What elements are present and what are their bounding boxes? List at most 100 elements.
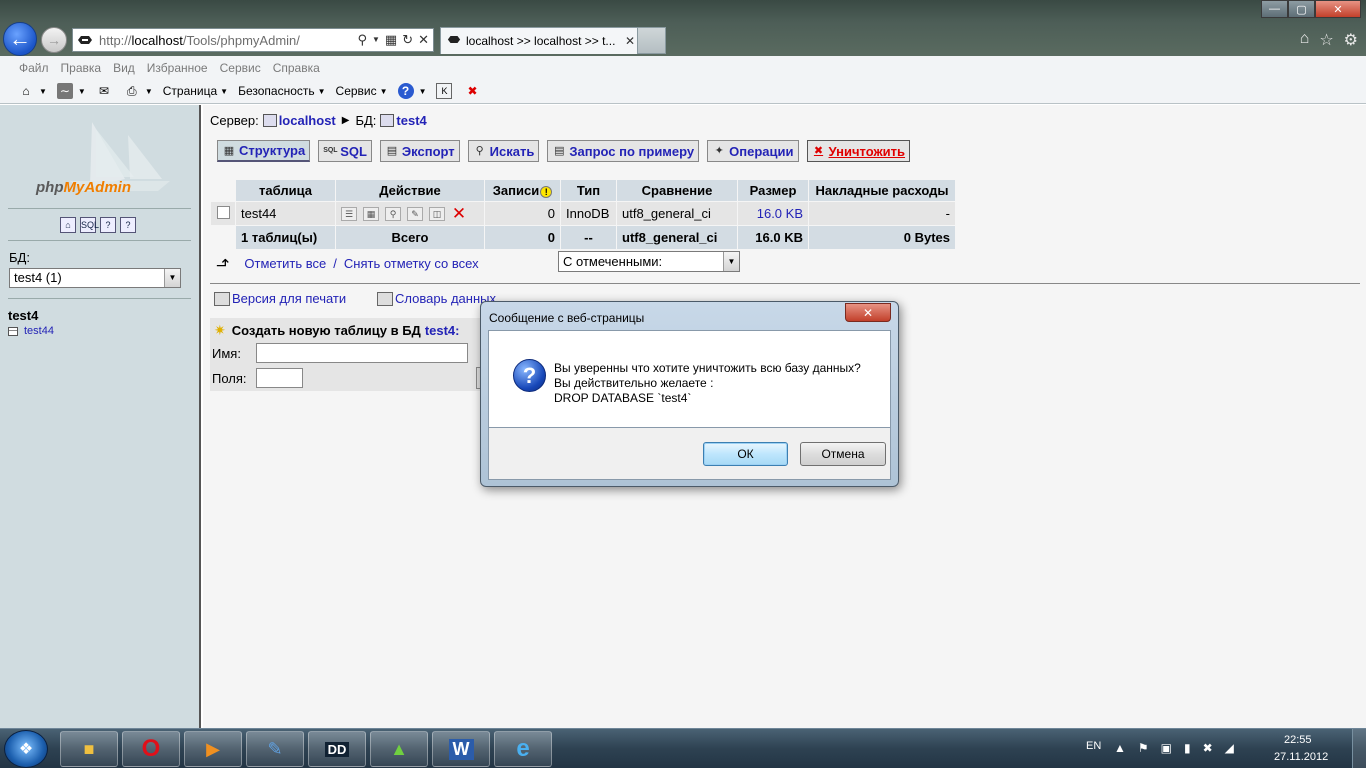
maximize-button[interactable]: ▢ bbox=[1288, 0, 1315, 18]
dialog-close-button[interactable]: ✕ bbox=[845, 303, 891, 322]
close-window-button[interactable]: ✕ bbox=[1315, 0, 1361, 18]
size-link[interactable]: 16.0 KB bbox=[738, 202, 808, 225]
phpmyadmin-logo-text[interactable]: phpMyAdmin bbox=[36, 179, 131, 196]
favorites-star-icon[interactable]: ☆ bbox=[1319, 30, 1333, 50]
tray-expand-icon[interactable]: ▲ bbox=[1114, 741, 1126, 755]
col-header-size[interactable]: Размер bbox=[738, 180, 808, 201]
query-icon: ▤ bbox=[554, 145, 565, 157]
back-button[interactable]: ← bbox=[3, 22, 37, 56]
home-icon[interactable]: ⌂ bbox=[60, 217, 76, 233]
col-header-overhead[interactable]: Накладные расходы bbox=[809, 180, 955, 201]
col-header-records[interactable]: Записи! bbox=[485, 180, 560, 201]
taskbar-paint[interactable]: ✎ bbox=[246, 731, 304, 767]
menu-tools[interactable]: Сервис bbox=[220, 61, 261, 75]
device-icon[interactable]: ▮ bbox=[1184, 741, 1191, 755]
row-checkbox[interactable] bbox=[216, 205, 230, 219]
taskbar-media-player[interactable]: ▶ bbox=[184, 731, 242, 767]
clock-time[interactable]: 22:55 bbox=[1284, 734, 1312, 746]
taskbar-app-green[interactable]: ▲ bbox=[370, 731, 428, 767]
minimize-button[interactable]: — bbox=[1261, 0, 1288, 18]
taskbar-dolby[interactable]: DD bbox=[308, 731, 366, 767]
tab-search[interactable]: ⚲ Искать bbox=[467, 140, 540, 162]
action-center-flag-icon[interactable]: ⚑ bbox=[1138, 741, 1149, 755]
search-icon[interactable]: ⚲ bbox=[385, 207, 401, 222]
tab-drop[interactable]: ✖ Уничтожить bbox=[806, 140, 911, 162]
show-desktop-button[interactable] bbox=[1352, 729, 1366, 768]
tab-operations[interactable]: ✦ Операции bbox=[707, 140, 799, 162]
print-version-link[interactable]: Версия для печати bbox=[214, 291, 346, 306]
empty-icon[interactable]: ◫ bbox=[429, 207, 445, 222]
taskbar-internet-explorer[interactable]: e bbox=[494, 731, 552, 767]
mail-command[interactable]: ✉ bbox=[96, 83, 114, 99]
col-header-table[interactable]: таблица bbox=[236, 180, 335, 201]
dropdown-chevron-icon[interactable]: ▼ bbox=[372, 32, 380, 48]
menu-view[interactable]: Вид bbox=[113, 61, 135, 75]
addon-red-button[interactable]: ✖ bbox=[464, 83, 482, 99]
with-selected-select[interactable]: С отмеченными: ▼ bbox=[558, 251, 740, 272]
menu-edit[interactable]: Правка bbox=[61, 61, 102, 75]
ok-button[interactable]: ОК bbox=[703, 442, 788, 466]
fields-count-input[interactable] bbox=[256, 368, 303, 388]
help-command[interactable]: ? ▼ bbox=[397, 83, 426, 99]
browse-icon[interactable]: ☰ bbox=[341, 207, 357, 222]
docs-help-icon[interactable]: ? bbox=[100, 217, 116, 233]
close-tab-icon[interactable]: ✕ bbox=[623, 34, 637, 48]
tab-query[interactable]: ▤ Запрос по примеру bbox=[547, 140, 700, 162]
data-dictionary-link[interactable]: Словарь данных bbox=[377, 291, 496, 306]
volume-icon[interactable]: ◢ bbox=[1225, 741, 1234, 755]
menu-file[interactable]: Файл bbox=[19, 61, 49, 75]
row-actions: ☰ ▦ ⚲ ✎ ◫ ✕ bbox=[336, 202, 484, 225]
compat-view-icon[interactable]: ▦ bbox=[385, 32, 397, 48]
addon-k-button[interactable]: K bbox=[436, 83, 454, 99]
col-header-collation[interactable]: Сравнение bbox=[617, 180, 737, 201]
structure-icon[interactable]: ▦ bbox=[363, 207, 379, 222]
breadcrumb: Сервер: localhost ▶ БД: test4 bbox=[210, 113, 427, 128]
print-command[interactable]: ⎙ ▼ bbox=[124, 83, 153, 99]
sync-icon[interactable]: ✖ bbox=[1203, 741, 1213, 755]
taskbar-explorer[interactable]: ■ bbox=[60, 731, 118, 767]
browser-tab-active[interactable]: localhost >> localhost >> t... ✕ bbox=[440, 27, 638, 54]
check-all-link[interactable]: Отметить все bbox=[244, 256, 326, 271]
network-icon[interactable]: ▣ bbox=[1161, 741, 1172, 755]
tab-structure[interactable]: ▦ Структура bbox=[217, 140, 311, 162]
database-link[interactable]: test4 bbox=[396, 113, 426, 128]
tab-export[interactable]: ▤ Экспорт bbox=[379, 140, 460, 162]
page-menu[interactable]: Страница ▼ bbox=[163, 84, 228, 98]
forward-button[interactable]: → bbox=[41, 27, 67, 53]
col-header-type[interactable]: Тип bbox=[561, 180, 616, 201]
table-name-input[interactable] bbox=[256, 343, 468, 363]
db-tabs: ▦ Структура SQL SQL ▤ Экспорт ⚲ Искать ▤ Запр… bbox=[217, 140, 918, 162]
sql-query-icon[interactable]: SQL bbox=[80, 217, 99, 233]
feeds-command[interactable]: ∼ ▼ bbox=[56, 83, 86, 99]
tools-menu[interactable]: Сервис ▼ bbox=[336, 84, 388, 98]
left-table-link[interactable]: test44 bbox=[8, 325, 54, 337]
address-bar[interactable]: http://localhost/Tools/phpmyAdmin/ ⚲ ▼ ▦… bbox=[72, 28, 434, 52]
menu-favorites[interactable]: Избранное bbox=[147, 61, 208, 75]
taskbar-word[interactable]: W bbox=[432, 731, 490, 767]
current-db-name[interactable]: test4 bbox=[8, 308, 38, 323]
tab-sql[interactable]: SQL SQL bbox=[318, 140, 372, 162]
language-indicator[interactable]: EN bbox=[1086, 740, 1101, 752]
start-button[interactable]: ❖ bbox=[4, 730, 48, 768]
uncheck-all-link[interactable]: Снять отметку со всех bbox=[344, 256, 479, 271]
home-command[interactable]: ⌂ ▼ bbox=[18, 83, 47, 99]
database-select[interactable]: test4 (1) ▼ bbox=[9, 268, 181, 288]
search-icon: ⚲ bbox=[475, 145, 484, 157]
home-icon[interactable]: ⌂ bbox=[1300, 30, 1310, 50]
refresh-icon[interactable]: ↻ bbox=[402, 32, 413, 48]
safety-menu[interactable]: Безопасность ▼ bbox=[238, 84, 325, 98]
search-icon[interactable]: ⚲ bbox=[357, 32, 367, 48]
clock-date[interactable]: 27.11.2012 bbox=[1274, 751, 1328, 763]
table-name-link[interactable]: test44 bbox=[236, 202, 335, 225]
taskbar-opera[interactable]: O bbox=[122, 731, 180, 767]
menu-help[interactable]: Справка bbox=[273, 61, 320, 75]
url-text[interactable]: http://localhost/Tools/phpmyAdmin/ bbox=[99, 33, 354, 48]
sql-docs-icon[interactable]: ? bbox=[120, 217, 136, 233]
stop-icon[interactable]: ✕ bbox=[418, 32, 429, 48]
new-tab-button[interactable] bbox=[638, 27, 666, 54]
cancel-button[interactable]: Отмена bbox=[800, 442, 886, 466]
insert-icon[interactable]: ✎ bbox=[407, 207, 423, 222]
drop-icon[interactable]: ✕ bbox=[451, 205, 467, 222]
server-link[interactable]: localhost bbox=[279, 113, 336, 128]
settings-gear-icon[interactable]: ⚙ bbox=[1344, 30, 1358, 50]
